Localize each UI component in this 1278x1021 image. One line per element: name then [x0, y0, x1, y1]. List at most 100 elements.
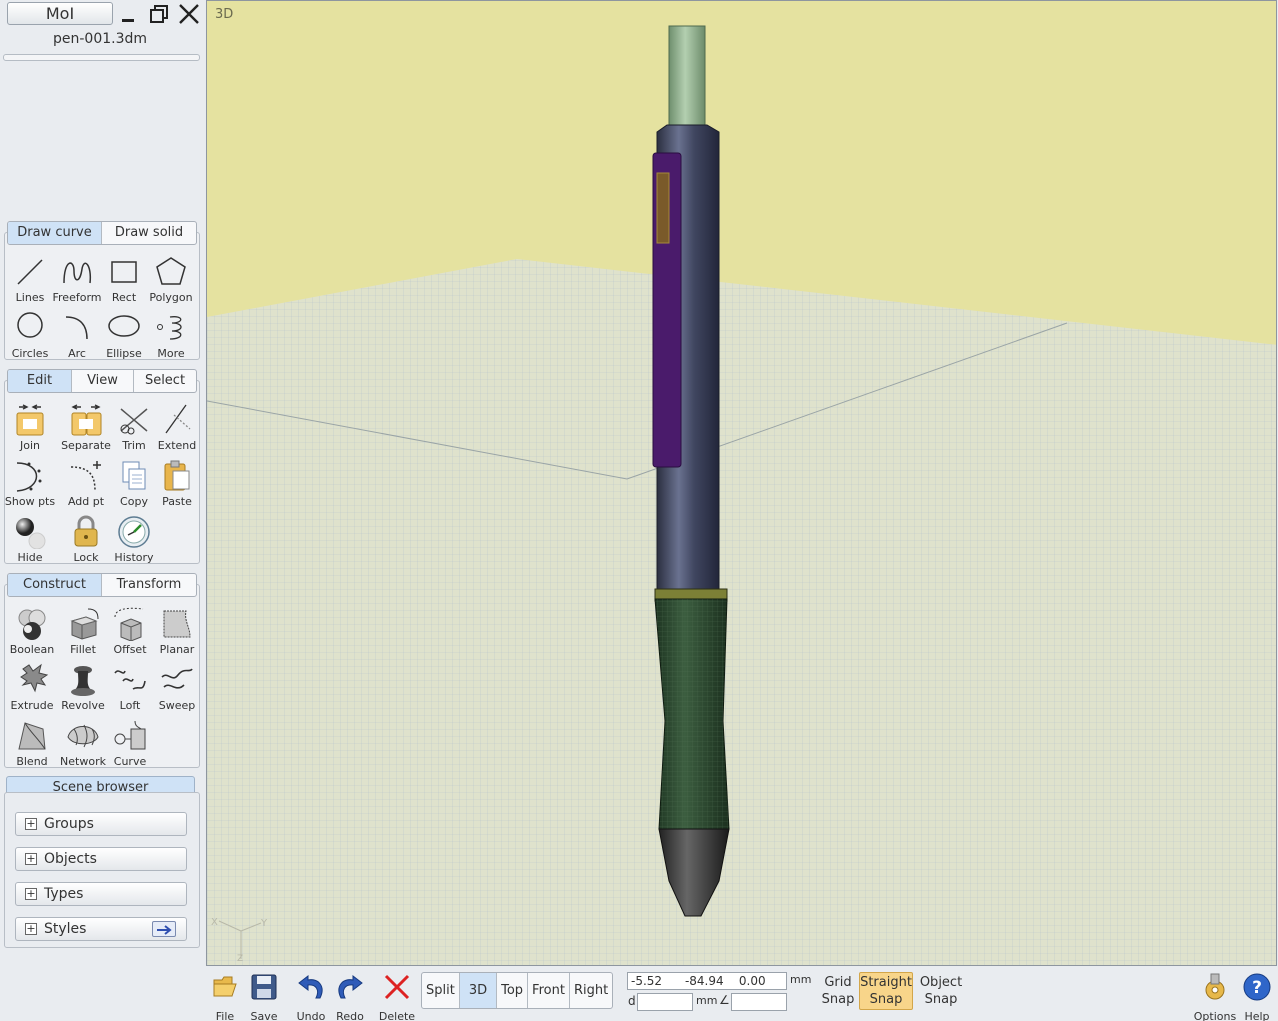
- more-curves-tool-button[interactable]: More: [146, 311, 196, 367]
- tab-select[interactable]: Select: [134, 370, 196, 392]
- angle-icon: ∠: [719, 993, 730, 1007]
- coord-z: 0.00: [738, 974, 766, 988]
- scissors-icon: [117, 403, 151, 437]
- object-snap-toggle[interactable]: Object Snap: [917, 974, 965, 1010]
- polygon-tool-button[interactable]: Polygon: [146, 255, 196, 311]
- freeform-curve-icon: [60, 255, 94, 289]
- paste-tool-button[interactable]: Paste: [152, 459, 202, 515]
- copy-icon: [117, 459, 151, 493]
- 3d-scene: [207, 1, 1276, 965]
- scene-item-styles[interactable]: + Styles: [15, 917, 187, 941]
- scene-item-label: Groups: [44, 816, 94, 832]
- view-mode-buttons: Split 3D Top Front Right: [421, 972, 614, 1009]
- options-button[interactable]: Options: [1194, 972, 1236, 1021]
- undo-button[interactable]: Undo: [291, 972, 331, 1021]
- scene-item-objects[interactable]: + Objects: [15, 847, 187, 871]
- curve-tool-button[interactable]: Curve: [105, 719, 155, 775]
- history-tool-button[interactable]: History: [109, 515, 159, 571]
- extend-tool-button[interactable]: Extend: [152, 403, 202, 459]
- expand-icon[interactable]: +: [25, 853, 37, 865]
- sweep-icon: [160, 663, 194, 697]
- blend-tool-button[interactable]: Blend: [7, 719, 57, 775]
- view-top-button[interactable]: Top: [497, 973, 529, 1008]
- tool-label: Polygon: [149, 291, 193, 304]
- scene-item-label: Types: [44, 886, 84, 902]
- help-icon: ?: [1242, 972, 1272, 1002]
- view-split-button[interactable]: Split: [422, 973, 460, 1008]
- redo-button[interactable]: Redo: [330, 972, 370, 1021]
- expand-icon[interactable]: +: [25, 888, 37, 900]
- boolean-tool-button[interactable]: Boolean: [7, 607, 57, 663]
- straight-snap-toggle[interactable]: Straight Snap: [859, 972, 913, 1010]
- bottom-toolbar: File Save Undo Redo Delete Split 3D Top …: [205, 966, 1278, 1021]
- boolean-icon: [15, 607, 49, 641]
- tool-label: Show pts: [4, 495, 56, 508]
- snap-label: Straight: [860, 975, 912, 990]
- hide-icon: [13, 515, 47, 550]
- undo-icon: [296, 972, 326, 1002]
- loft-icon: [113, 663, 147, 697]
- extrude-icon: [15, 663, 49, 697]
- scene-item-types[interactable]: + Types: [15, 882, 187, 906]
- distance-label: d: [628, 994, 636, 1008]
- more-curves-icon: [154, 311, 188, 345]
- app-menu-button[interactable]: MoI: [7, 2, 113, 25]
- join-tool-button[interactable]: Join: [5, 403, 55, 459]
- hide-tool-button[interactable]: Hide: [5, 515, 55, 571]
- separate-icon: [69, 403, 103, 437]
- minimize-icon[interactable]: [117, 2, 141, 26]
- polygon-icon: [154, 255, 188, 289]
- rectangle-icon: [107, 255, 141, 289]
- save-button[interactable]: Save: [244, 972, 284, 1021]
- expand-icon[interactable]: +: [25, 923, 37, 935]
- 3d-viewport[interactable]: 3D X Y Z: [206, 0, 1277, 966]
- coord-unit: mm: [790, 973, 812, 986]
- close-icon[interactable]: [177, 2, 201, 26]
- snap-label: Object: [919, 975, 963, 990]
- distance-unit: mm: [696, 994, 718, 1007]
- tab-construct[interactable]: Construct: [8, 574, 102, 596]
- extrude-tool-button[interactable]: Extrude: [7, 663, 57, 719]
- snap-label: Snap: [869, 992, 903, 1007]
- construct-panel: Construct Transform Boolean Fillet Offse…: [4, 573, 202, 768]
- restore-icon[interactable]: [147, 2, 171, 26]
- viewport-label: 3D: [215, 7, 234, 22]
- tool-label: Help: [1244, 1010, 1270, 1021]
- scene-item-groups[interactable]: + Groups: [15, 812, 187, 836]
- lock-icon: [69, 515, 103, 549]
- angle-input[interactable]: [731, 993, 787, 1011]
- file-button[interactable]: File: [205, 972, 245, 1021]
- edit-tabs: Edit View Select: [7, 369, 197, 393]
- options-icon: [1200, 972, 1230, 1002]
- tool-label: Planar: [159, 643, 195, 656]
- help-button[interactable]: ? Help: [1237, 972, 1277, 1021]
- paste-icon: [160, 459, 194, 493]
- tab-draw-curve[interactable]: Draw curve: [8, 222, 102, 244]
- title-bar: MoI pen-001.3dm: [0, 0, 205, 61]
- tab-view[interactable]: View: [72, 370, 134, 392]
- revolve-icon: [66, 663, 100, 697]
- grid-snap-toggle[interactable]: Grid Snap: [819, 974, 857, 1010]
- distance-input[interactable]: [637, 993, 693, 1011]
- expand-icon[interactable]: +: [25, 818, 37, 830]
- tab-transform[interactable]: Transform: [102, 574, 196, 596]
- sweep-tool-button[interactable]: Sweep: [152, 663, 202, 719]
- view-right-button[interactable]: Right: [570, 973, 612, 1008]
- tab-edit[interactable]: Edit: [8, 370, 72, 392]
- delete-button[interactable]: Delete: [377, 972, 417, 1021]
- tool-label: History: [114, 551, 154, 564]
- curve-icon: [113, 719, 147, 753]
- delete-icon: [382, 972, 412, 1002]
- snap-label: Grid: [824, 975, 852, 990]
- view-3d-button[interactable]: 3D: [459, 973, 498, 1008]
- arrow-right-icon[interactable]: [152, 921, 176, 937]
- view-front-button[interactable]: Front: [528, 973, 570, 1008]
- coordinate-input[interactable]: -5.52 -84.94 0.00: [627, 972, 787, 990]
- tab-draw-solid[interactable]: Draw solid: [102, 222, 196, 244]
- coord-y: -84.94: [684, 974, 724, 988]
- save-icon: [249, 972, 279, 1002]
- planar-tool-button[interactable]: Planar: [152, 607, 202, 663]
- axis-label-y: Y: [261, 918, 268, 929]
- show-points-tool-button[interactable]: Show pts: [5, 459, 55, 515]
- tool-label: Delete: [378, 1010, 416, 1021]
